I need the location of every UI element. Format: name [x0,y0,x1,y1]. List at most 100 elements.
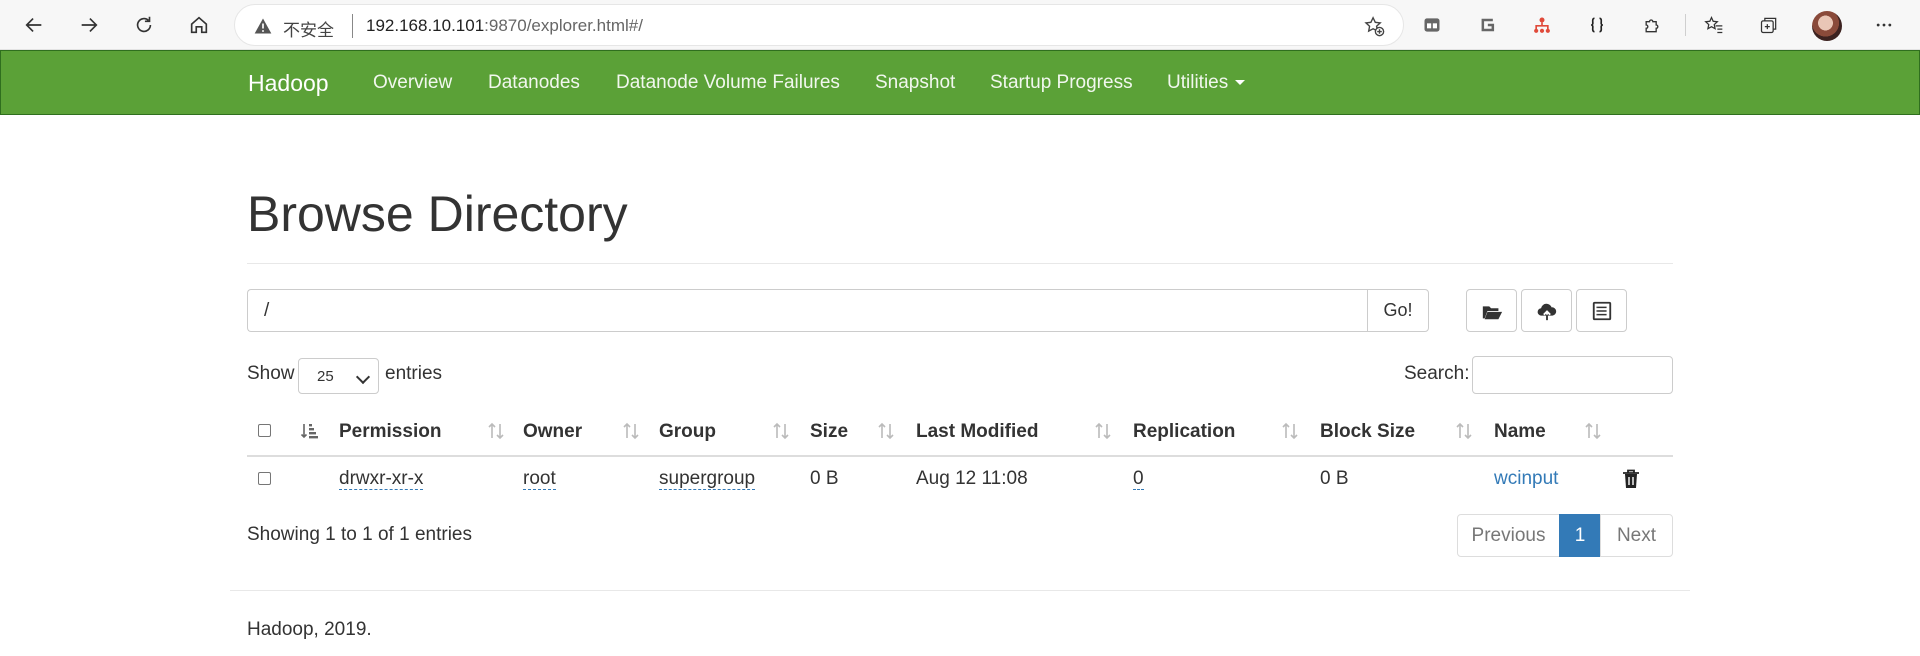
puzzle-icon [1645,19,1659,33]
entries-per-page-value: 25 [317,367,334,385]
select-all-checkbox[interactable] [258,424,271,437]
hadoop-navbar: Hadoop Overview Datanodes Datanode Volum… [0,50,1920,115]
row-checkbox[interactable] [258,472,271,485]
extension-button-3[interactable] [1526,9,1558,41]
page-title: Browse Directory [247,186,628,242]
column-header-group[interactable]: Group [659,421,716,443]
list-alt-icon [1592,301,1611,320]
url-text: 192.168.10.101:9870/explorer.html#/ [366,16,643,36]
nav-snapshot[interactable]: Snapshot [875,72,955,94]
brand-link[interactable]: Hadoop [248,70,329,97]
column-header-size[interactable]: Size [810,421,848,443]
column-header-last-modified[interactable]: Last Modified [916,421,1038,443]
collections-button[interactable] [1753,9,1785,41]
back-button[interactable] [16,7,52,43]
favorites-button[interactable] [1698,9,1730,41]
url-host: 192.168.10.101 [366,16,485,35]
directory-path-input[interactable] [247,289,1368,332]
cell-permission[interactable]: drwxr-xr-x [339,468,424,490]
group-value[interactable]: supergroup [659,468,756,490]
refresh-icon [136,16,152,33]
folder-open-icon [1482,305,1502,319]
table-header-divider [247,455,1673,457]
cloud-upload-icon [1537,303,1556,320]
url-path: :9870/explorer.html#/ [484,16,643,35]
add-favorite-icon[interactable] [1363,15,1385,37]
search-label: Search: [1404,363,1470,384]
home-icon [190,16,208,34]
address-bar[interactable]: 不安全 192.168.10.101:9870/explorer.html#/ [234,4,1404,46]
go-button[interactable]: Go! [1367,289,1429,332]
page-1-button[interactable]: 1 [1559,514,1601,557]
permission-value[interactable]: drwxr-xr-x [339,468,424,490]
cell-group[interactable]: supergroup [659,468,756,490]
profile-avatar[interactable] [1812,11,1842,41]
address-separator [352,14,353,38]
show-label: Show [247,363,295,384]
json-braces-icon [1591,17,1603,33]
security-label: 不安全 [283,21,334,40]
home-button[interactable] [181,7,217,43]
nav-utilities-dropdown[interactable]: Utilities [1167,72,1246,94]
sort-both-icon[interactable] [1583,421,1603,441]
nav-datanode-volume-failures[interactable]: Datanode Volume Failures [616,72,840,94]
upload-button[interactable] [1521,289,1572,332]
entries-per-page-select[interactable]: 25 [298,358,379,394]
sort-both-icon[interactable] [771,421,791,441]
favorites-icon [1704,15,1723,34]
nav-utilities-label: Utilities [1167,72,1229,93]
column-header-permission[interactable]: Permission [339,421,441,443]
next-page-button[interactable]: Next [1600,514,1673,557]
extension-icon [1424,18,1440,32]
search-input[interactable] [1472,356,1673,394]
nav-datanodes[interactable]: Datanodes [488,72,580,94]
file-name-link[interactable]: wcinput [1494,468,1558,490]
cell-last-modified: Aug 12 11:08 [916,468,1028,489]
more-horizontal-icon [1876,23,1892,27]
column-header-block-size[interactable]: Block Size [1320,421,1415,443]
arrow-left-icon [25,17,42,33]
refresh-button[interactable] [126,7,162,43]
collections-icon [1760,17,1777,34]
arrow-right-icon [81,17,98,33]
sort-ascending-icon[interactable] [300,421,320,441]
sort-both-icon[interactable] [1454,421,1474,441]
cell-replication[interactable]: 0 [1133,468,1144,490]
sort-both-icon[interactable] [621,421,641,441]
cell-owner[interactable]: root [523,468,556,490]
nav-startup-progress[interactable]: Startup Progress [990,72,1133,94]
chevron-down-icon [355,369,371,385]
forward-button[interactable] [71,7,107,43]
settings-more-button[interactable] [1868,9,1900,41]
column-header-name[interactable]: Name [1494,421,1546,443]
sort-both-icon[interactable] [876,421,896,441]
toolbar-divider [1685,14,1686,36]
entries-label: entries [385,363,443,384]
cell-block-size: 0 B [1320,468,1349,489]
footer-text: Hadoop, 2019. [247,619,372,640]
title-divider [247,263,1673,264]
warning-icon [254,18,272,34]
g-extension-icon [1481,18,1495,32]
sitemap-icon [1534,17,1550,33]
sort-both-icon[interactable] [1280,421,1300,441]
cut-paste-button[interactable] [1576,289,1627,332]
nav-overview[interactable]: Overview [373,72,452,94]
owner-value[interactable]: root [523,468,556,490]
footer-divider [230,590,1690,591]
column-header-replication[interactable]: Replication [1133,421,1235,443]
sort-both-icon[interactable] [486,421,506,441]
pagination-info: Showing 1 to 1 of 1 entries [247,524,472,545]
replication-value[interactable]: 0 [1133,468,1144,490]
extensions-button[interactable] [1636,9,1668,41]
extension-button-1[interactable] [1416,9,1448,41]
sort-both-icon[interactable] [1093,421,1113,441]
column-header-owner[interactable]: Owner [523,421,582,443]
create-directory-button[interactable] [1466,289,1517,332]
trash-icon[interactable] [1621,468,1641,490]
browser-toolbar: 不安全 192.168.10.101:9870/explorer.html#/ [0,0,1920,50]
extension-button-4[interactable] [1581,9,1613,41]
caret-down-icon [1235,80,1246,86]
extension-button-2[interactable] [1471,9,1503,41]
previous-page-button[interactable]: Previous [1457,514,1560,557]
